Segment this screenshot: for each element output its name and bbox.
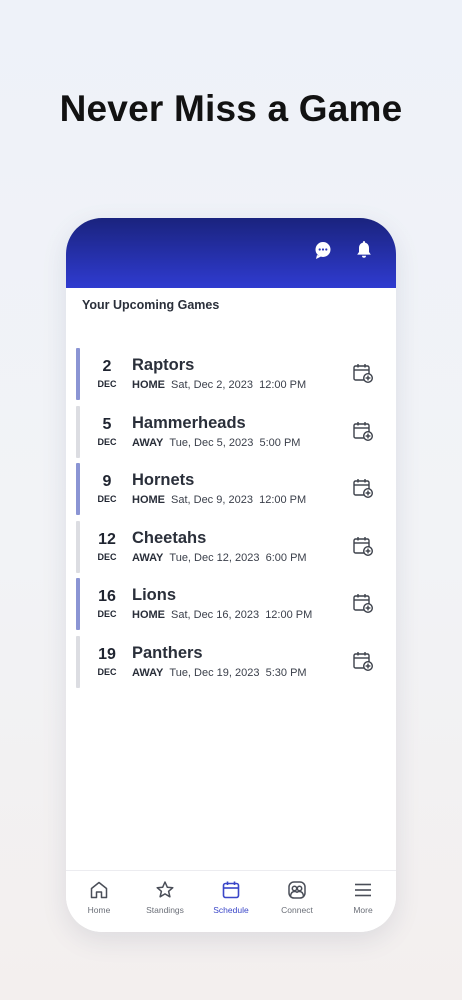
game-day: 19 — [98, 645, 116, 663]
opponent-name: Panthers — [132, 643, 203, 662]
add-to-calendar-icon[interactable] — [352, 362, 374, 384]
game-row[interactable]: 12 DEC Cheetahs AWAY Tue, Dec 12, 2023 6:00 … — [76, 520, 376, 573]
venue-label: HOME — [132, 494, 165, 507]
game-details: AWAY Tue, Dec 5, 2023 5:00 PM — [132, 437, 300, 449]
games-list: 2 DEC Raptors HOME Sat, Dec 2, 2023 12:00 PM… — [76, 348, 376, 694]
game-day: 2 — [102, 358, 112, 375]
add-to-calendar-icon[interactable] — [352, 592, 374, 614]
venue-label: HOME — [132, 609, 165, 622]
star-icon — [132, 879, 198, 901]
tab-schedule[interactable]: Schedule — [198, 879, 264, 915]
game-date: Sat, Dec 2, 2023 — [171, 379, 253, 391]
game-month: DEC — [97, 551, 117, 562]
game-row[interactable]: 5 DEC Hammerheads AWAY Tue, Dec 5, 2023 5:00… — [76, 405, 376, 458]
venue-indicator-bar — [76, 520, 80, 573]
menu-icon — [330, 879, 396, 901]
game-date: Sat, Dec 16, 2023 — [171, 609, 260, 622]
bottom-tab-bar: Home Standings Schedule Connect More — [66, 870, 396, 932]
app-header — [66, 218, 396, 288]
venue-label: AWAY — [132, 551, 164, 564]
game-date: Tue, Dec 12, 2023 — [169, 551, 260, 564]
game-row[interactable]: 19 DEC Panthers AWAY Tue, Dec 19, 2023 5:30 … — [76, 635, 376, 688]
phone-screen: Your Upcoming Games 2 DEC Raptors HOME Sat, … — [66, 218, 396, 932]
add-to-calendar-icon[interactable] — [352, 420, 374, 442]
game-date: Sat, Dec 9, 2023 — [171, 494, 253, 507]
tab-label: Schedule — [213, 905, 249, 915]
venue-indicator-bar — [76, 635, 80, 688]
opponent-name: Raptors — [132, 356, 195, 374]
venue-indicator-bar — [76, 578, 80, 631]
game-month: DEC — [97, 436, 117, 447]
tab-more[interactable]: More — [330, 879, 396, 915]
game-month: DEC — [97, 666, 117, 677]
tab-label: More — [353, 905, 373, 915]
opponent-name: Hammerheads — [132, 413, 246, 432]
add-to-calendar-icon[interactable] — [352, 535, 374, 557]
venue-label: AWAY — [132, 666, 164, 679]
game-month: DEC — [97, 379, 117, 389]
game-details: AWAY Tue, Dec 12, 2023 6:00 PM — [132, 552, 307, 564]
game-details: HOME Sat, Dec 16, 2023 12:00 PM — [132, 609, 312, 621]
game-day: 5 — [102, 415, 112, 433]
add-to-calendar-icon[interactable] — [352, 477, 374, 499]
venue-label: HOME — [132, 379, 165, 391]
game-time: 5:30 PM — [265, 666, 307, 679]
game-details: HOME Sat, Dec 2, 2023 12:00 PM — [132, 379, 306, 391]
game-day: 16 — [98, 588, 116, 606]
venue-indicator-bar — [76, 463, 80, 516]
venue-label: AWAY — [132, 436, 164, 449]
game-time: 5:00 PM — [259, 436, 301, 449]
game-month: DEC — [97, 609, 117, 620]
opponent-name: Cheetahs — [132, 528, 207, 547]
venue-indicator-bar — [76, 405, 80, 458]
game-date: Tue, Dec 19, 2023 — [169, 666, 260, 679]
calendar-icon — [198, 879, 264, 901]
tab-standings[interactable]: Standings — [132, 879, 198, 915]
tab-label: Home — [87, 905, 111, 915]
game-time: 12:00 PM — [259, 379, 307, 391]
tab-label: Connect — [281, 905, 313, 915]
opponent-name: Hornets — [132, 471, 195, 490]
tab-connect[interactable]: Connect — [264, 879, 330, 915]
bell-icon[interactable] — [354, 240, 374, 260]
opponent-name: Lions — [132, 586, 176, 605]
game-day: 9 — [102, 473, 112, 491]
tab-home[interactable]: Home — [66, 879, 132, 915]
game-time: 6:00 PM — [265, 551, 307, 564]
game-details: HOME Sat, Dec 9, 2023 12:00 PM — [132, 494, 306, 506]
venue-indicator-bar — [76, 348, 80, 400]
game-details: AWAY Tue, Dec 19, 2023 5:30 PM — [132, 667, 307, 679]
tab-label: Standings — [146, 905, 184, 915]
section-title: Your Upcoming Games — [82, 298, 220, 312]
game-date: Tue, Dec 5, 2023 — [169, 436, 254, 449]
game-row[interactable]: 9 DEC Hornets HOME Sat, Dec 9, 2023 12:00 PM — [76, 463, 376, 516]
game-time: 12:00 PM — [259, 494, 307, 507]
add-to-calendar-icon[interactable] — [352, 650, 374, 672]
promo-headline: Never Miss a Game — [59, 88, 403, 129]
game-row[interactable]: 16 DEC Lions HOME Sat, Dec 16, 2023 12:00 PM — [76, 578, 376, 631]
home-icon — [66, 879, 132, 901]
game-month: DEC — [97, 494, 117, 505]
game-row[interactable]: 2 DEC Raptors HOME Sat, Dec 2, 2023 12:00 PM — [76, 348, 376, 400]
chat-icon[interactable] — [313, 240, 333, 260]
people-icon — [264, 879, 330, 901]
game-time: 12:00 PM — [265, 609, 313, 622]
game-day: 12 — [98, 530, 116, 548]
